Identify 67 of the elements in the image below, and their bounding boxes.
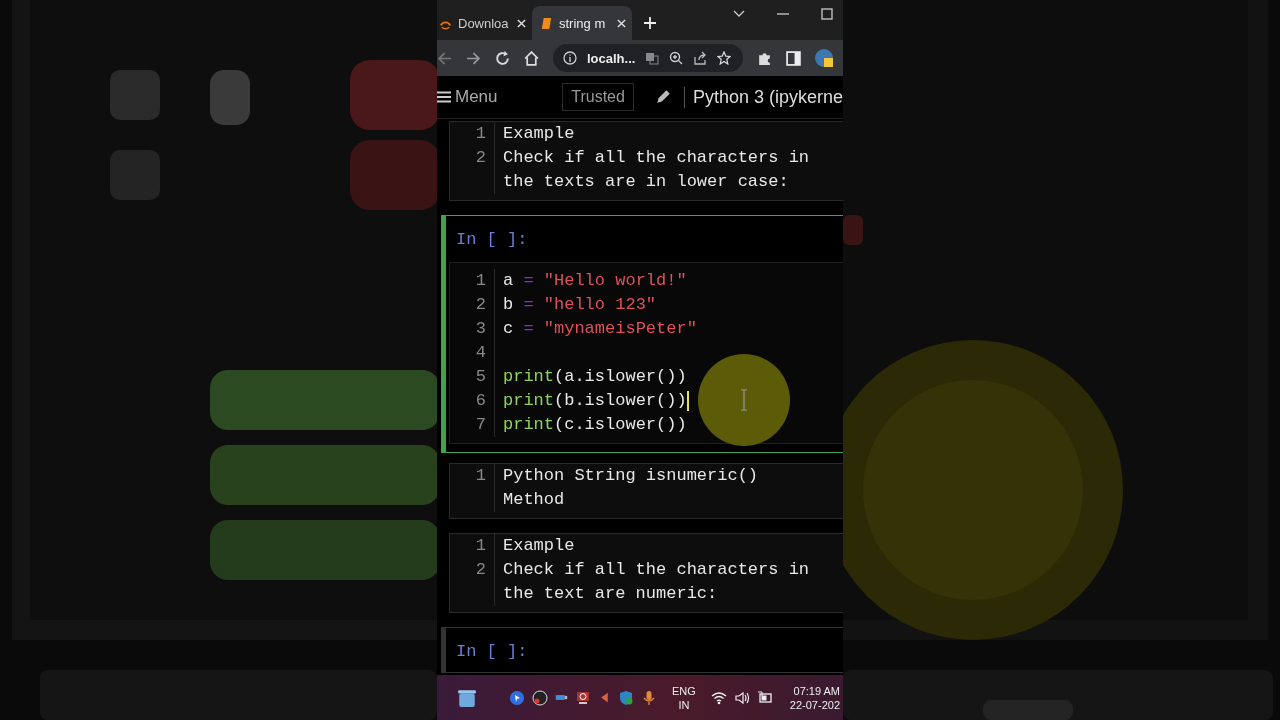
markdown-cell[interactable]: 1 Python String isnumeric() Method xyxy=(449,463,843,519)
line-number: 2 xyxy=(450,146,495,194)
book-icon xyxy=(540,16,553,30)
forward-icon[interactable] xyxy=(466,50,481,66)
browser-tab[interactable]: string m xyxy=(532,6,632,40)
new-tab-icon[interactable] xyxy=(644,17,656,29)
zoom-icon[interactable] xyxy=(669,51,684,65)
line-number: 5 xyxy=(450,365,495,389)
input-prompt: In [ ]: xyxy=(456,229,528,251)
input-prompt: In [ ]: xyxy=(456,641,528,663)
menu-icon xyxy=(437,91,451,103)
code-line: print(c.islower()) xyxy=(503,414,687,436)
language-code: ENG xyxy=(672,683,696,698)
puzzle-icon[interactable] xyxy=(757,50,773,66)
language-indicator[interactable]: ENG IN xyxy=(672,683,696,712)
markdown-cell[interactable]: 1 Example 2 Check if all the characters in the text are numeric: xyxy=(449,533,843,613)
trusted-button[interactable]: Trusted xyxy=(562,83,634,111)
markdown-line: Example xyxy=(503,535,576,557)
line-number: 6 xyxy=(450,389,495,413)
markdown-line: Python String isnumeric() Method xyxy=(503,465,760,511)
clock[interactable]: 07:19 AM 22-07-202 xyxy=(789,683,840,712)
star-icon[interactable] xyxy=(717,51,732,65)
line-number: 2 xyxy=(450,293,495,317)
line-number: 1 xyxy=(450,464,495,512)
close-icon[interactable] xyxy=(517,18,526,28)
line-number: 1 xyxy=(450,122,495,146)
shield-icon[interactable] xyxy=(618,689,634,706)
markdown-line: Example xyxy=(503,123,576,145)
line-number: 7 xyxy=(450,413,495,437)
recycle-bin-icon[interactable] xyxy=(457,687,477,708)
code-line: print(b.islower()) xyxy=(503,390,687,412)
line-number: 1 xyxy=(450,269,495,293)
code-line: a = "Hello world!" xyxy=(503,270,687,292)
markdown-line: Check if all the characters in the text are numeric: xyxy=(503,559,811,605)
code-line: c = "mynameisPeter" xyxy=(503,318,697,340)
speaker-icon[interactable] xyxy=(598,691,611,704)
browser-tab[interactable]: Downloa xyxy=(437,6,532,40)
line-number: 4 xyxy=(450,341,495,365)
recorder-icon[interactable] xyxy=(532,689,548,706)
home-icon[interactable] xyxy=(524,50,539,66)
python-avatar-icon[interactable] xyxy=(815,49,834,67)
markdown-line: Check if all the characters in the texts are in lower case: xyxy=(503,147,811,193)
volume-icon[interactable] xyxy=(733,689,750,706)
back-icon[interactable] xyxy=(437,50,452,66)
monitor-icon[interactable] xyxy=(575,689,591,706)
reload-icon[interactable] xyxy=(495,50,510,66)
maximize-icon[interactable] xyxy=(821,8,833,20)
share-icon[interactable] xyxy=(693,51,708,65)
markdown-cell[interactable]: 1 Example 2 Check if all the characters in the texts are in lower case: xyxy=(449,121,843,201)
cursor-app-icon[interactable] xyxy=(509,689,525,706)
code-line: print(a.islower()) xyxy=(503,366,687,388)
battery-icon[interactable] xyxy=(756,689,773,706)
sidebar-icon[interactable] xyxy=(786,50,802,66)
menu-button[interactable]: Menu xyxy=(437,87,498,107)
close-icon[interactable] xyxy=(617,18,626,28)
microphone-icon[interactable] xyxy=(641,689,657,706)
info-icon xyxy=(563,51,577,65)
line-number: 3 xyxy=(450,317,495,341)
address-bar[interactable]: localh... xyxy=(553,44,744,72)
clock-time: 07:19 AM xyxy=(793,683,840,698)
code-line: b = "hello 123" xyxy=(503,294,657,316)
translate-icon[interactable] xyxy=(645,51,660,65)
line-number: 2 xyxy=(450,558,495,606)
clock-date: 22-07-202 xyxy=(789,697,840,712)
line-number: 1 xyxy=(450,534,495,558)
wifi-icon[interactable] xyxy=(710,689,727,706)
region-code: IN xyxy=(678,697,690,712)
